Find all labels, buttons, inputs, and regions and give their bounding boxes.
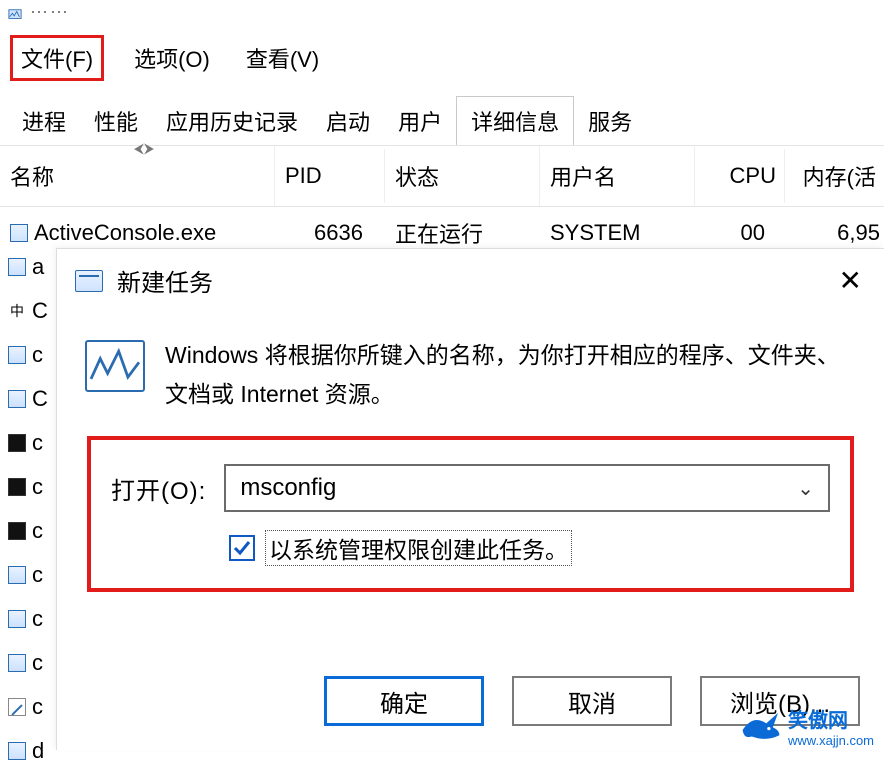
process-icon — [8, 566, 26, 584]
process-icon — [8, 346, 26, 364]
window-titlebar-fragment: ⋯⋯ — [0, 0, 884, 25]
app-icon — [8, 6, 22, 20]
admin-checkbox[interactable] — [229, 535, 255, 561]
process-icon — [8, 258, 26, 276]
open-label: 打开(O): — [111, 471, 206, 506]
col-mem[interactable]: 内存(活 — [785, 146, 884, 206]
col-status[interactable]: 状态 — [385, 146, 540, 206]
browse-button[interactable]: 浏览(B)... — [700, 676, 860, 726]
process-icon — [8, 654, 26, 672]
col-cpu[interactable]: CPU — [695, 149, 785, 203]
admin-checkbox-label[interactable]: 以系统管理权限创建此任务。 — [265, 530, 572, 566]
details-table: ⮜⮞ 名称 PID 状态 用户名 CPU 内存(活 ActiveConsole.… — [0, 145, 884, 259]
monitor-icon — [85, 340, 145, 392]
dialog-titlebar: 新建任务 ✕ — [57, 249, 884, 306]
cmd-icon — [8, 478, 26, 496]
close-icon[interactable]: ✕ — [833, 264, 868, 297]
dialog-title-text: 新建任务 — [117, 263, 213, 298]
tab-process[interactable]: 进程 — [8, 97, 80, 145]
dialog-description: Windows 将根据你所键入的名称，为你打开相应的程序、文件夹、文档或 Int… — [165, 336, 856, 414]
cmd-icon — [8, 522, 26, 540]
highlighted-input-area: 打开(O): ⌄ 以系统管理权限创建此任务。 — [87, 436, 854, 592]
tab-users[interactable]: 用户 — [384, 97, 456, 145]
open-input[interactable] — [240, 474, 797, 502]
open-combobox[interactable]: ⌄ — [224, 464, 830, 512]
table-header: 名称 PID 状态 用户名 CPU 内存(活 — [0, 146, 884, 207]
edit-icon — [8, 698, 26, 716]
background-rows-strip: a 中C c C c c c c c c c d — [0, 248, 56, 750]
menu-options[interactable]: 选项(O) — [128, 40, 216, 76]
ime-icon: 中 — [8, 302, 26, 320]
process-icon — [10, 224, 28, 242]
menubar: 文件(F) 选项(O) 查看(V) — [0, 25, 884, 91]
ok-button[interactable]: 确定 — [324, 676, 484, 726]
col-user[interactable]: 用户名 — [540, 146, 695, 206]
process-icon — [8, 742, 26, 760]
menu-file[interactable]: 文件(F) — [10, 35, 104, 81]
new-task-dialog: 新建任务 ✕ Windows 将根据你所键入的名称，为你打开相应的程序、文件夹、… — [56, 248, 884, 750]
cancel-button[interactable]: 取消 — [512, 676, 672, 726]
tab-startup[interactable]: 启动 — [312, 97, 384, 145]
titlebar-text: ⋯⋯ — [30, 2, 70, 23]
tab-bar: 进程 性能 应用历史记录 启动 用户 详细信息 服务 — [0, 91, 884, 145]
chevron-down-icon[interactable]: ⌄ — [797, 476, 814, 501]
col-pid[interactable]: PID — [275, 149, 385, 203]
tab-performance[interactable]: 性能 — [80, 97, 152, 145]
menu-view[interactable]: 查看(V) — [240, 40, 325, 76]
tab-details[interactable]: 详细信息 — [456, 96, 574, 146]
process-icon — [8, 390, 26, 408]
run-icon — [75, 270, 103, 292]
column-resize-hint: ⮜⮞ — [134, 140, 154, 157]
process-icon — [8, 610, 26, 628]
dialog-buttons: 确定 取消 浏览(B)... — [324, 676, 860, 726]
tab-services[interactable]: 服务 — [574, 97, 646, 145]
tab-app-history[interactable]: 应用历史记录 — [152, 97, 312, 145]
cmd-icon — [8, 434, 26, 452]
